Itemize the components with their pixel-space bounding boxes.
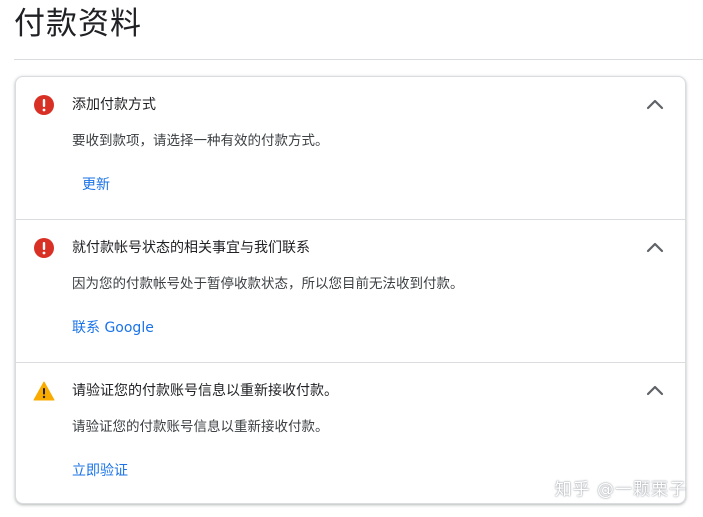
- section-title: 请验证您的付款账号信息以重新接收付款。: [72, 383, 338, 399]
- error-icon: [33, 94, 55, 116]
- page-title: 付款资料: [14, 6, 142, 42]
- error-icon: [33, 237, 55, 259]
- title-divider: [14, 59, 703, 60]
- section-title: 添加付款方式: [72, 97, 156, 113]
- chevron-up-icon[interactable]: [643, 236, 667, 260]
- section-body: 要收到款项，请选择一种有效的付款方式。: [72, 133, 329, 149]
- section-title: 就付款帐号状态的相关事宜与我们联系: [72, 240, 310, 256]
- warning-icon: [33, 380, 55, 402]
- update-link[interactable]: 更新: [82, 174, 110, 196]
- section-body: 请验证您的付款账号信息以重新接收付款。: [72, 419, 329, 435]
- verify-now-link[interactable]: 立即验证: [72, 460, 128, 482]
- chevron-up-icon[interactable]: [643, 93, 667, 117]
- contact-google-link[interactable]: 联系 Google: [72, 317, 154, 339]
- section-body: 因为您的付款帐号处于暂停收款状态，所以您目前无法收到付款。: [72, 276, 464, 292]
- section-contact-about-account: 就付款帐号状态的相关事宜与我们联系 因为您的付款帐号处于暂停收款状态，所以您目前…: [16, 220, 685, 363]
- notifications-card: 添加付款方式 要收到款项，请选择一种有效的付款方式。 更新 就付款帐号状态的相关…: [15, 76, 686, 504]
- chevron-up-icon[interactable]: [643, 379, 667, 403]
- section-add-payment-method: 添加付款方式 要收到款项，请选择一种有效的付款方式。 更新: [16, 77, 685, 220]
- watermark: 知乎 @一颗栗子: [554, 480, 687, 500]
- payment-profile-page: 付款资料 添加付款方式 要收到款项，请选择一种有效的付款方式。 更新 就付款帐号…: [0, 0, 703, 517]
